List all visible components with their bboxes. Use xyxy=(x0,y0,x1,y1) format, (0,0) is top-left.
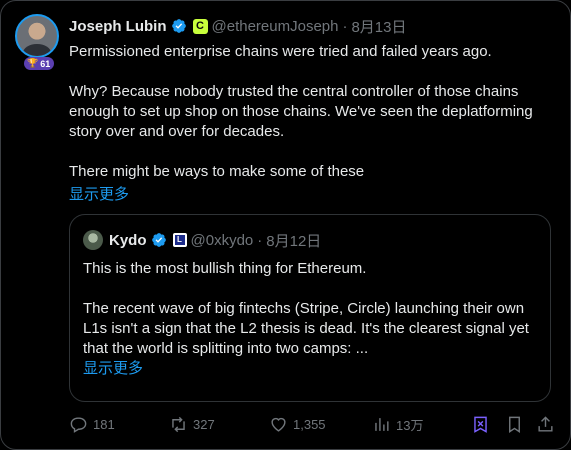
quote-author-name[interactable]: Kydo xyxy=(109,232,147,249)
views-button[interactable]: 13万 xyxy=(372,413,423,435)
like-count: 1,355 xyxy=(293,416,326,432)
level-badge: 🏆 61 xyxy=(24,57,55,70)
quote-date[interactable]: 8月12日 xyxy=(266,230,321,251)
bookmark-button[interactable] xyxy=(505,413,524,435)
views-count: 13万 xyxy=(396,417,424,433)
share-icon xyxy=(538,415,553,432)
reply-icon xyxy=(70,416,87,433)
post-paragraph: Why? Because nobody trusted the central … xyxy=(69,83,533,140)
separator-dot: · xyxy=(257,231,263,249)
repost-button[interactable]: 327 xyxy=(169,413,215,435)
repost-count: 327 xyxy=(193,416,215,432)
reply-button[interactable]: 181 xyxy=(69,413,115,435)
grok-button[interactable] xyxy=(471,413,490,435)
quoted-post[interactable]: Kydo L @0xkydo · 8月12日 This is the most … xyxy=(69,214,551,402)
like-button[interactable]: 1,355 xyxy=(269,413,326,435)
post-date[interactable]: 8月13日 xyxy=(351,16,406,37)
post-text: Permissioned enterprise chains were trie… xyxy=(69,42,549,182)
views-icon xyxy=(375,417,389,431)
repost-icon xyxy=(172,416,185,432)
quote-author-handle[interactable]: @0xkydo xyxy=(191,232,254,249)
show-more-link[interactable]: 显示更多 xyxy=(69,183,129,204)
quote-header: Kydo L @0xkydo · 8月12日 xyxy=(83,230,321,250)
author-avatar[interactable]: 🏆 61 xyxy=(15,14,59,70)
action-bar: 181 327 1,355 13万 xyxy=(69,413,553,435)
share-button[interactable] xyxy=(536,413,555,435)
quote-paragraph: This is the most bullish thing for Ether… xyxy=(83,260,367,277)
quote-paragraph: The recent wave of big fintechs (Stripe,… xyxy=(83,300,529,357)
affiliate-badge-icon[interactable]: L xyxy=(172,233,187,247)
quote-show-more-link[interactable]: 显示更多 xyxy=(83,357,143,378)
trophy-icon: 🏆 xyxy=(27,58,39,68)
affiliate-badge-icon[interactable]: C xyxy=(192,18,208,34)
separator-dot: · xyxy=(342,17,348,35)
verified-badge-icon xyxy=(151,233,166,247)
post-header: Joseph Lubin C @ethereumJoseph · 8月13日 xyxy=(69,16,407,36)
quote-author-avatar[interactable] xyxy=(83,230,103,250)
like-icon xyxy=(271,417,286,432)
post-paragraph: There might be ways to make some of thes… xyxy=(69,163,365,180)
author-handle[interactable]: @ethereumJoseph xyxy=(212,18,339,35)
avatar-image xyxy=(15,14,59,58)
quote-text: This is the most bullish thing for Ether… xyxy=(83,259,543,359)
post-paragraph: Permissioned enterprise chains were trie… xyxy=(69,43,492,60)
verified-badge-icon xyxy=(171,19,186,33)
reply-count: 181 xyxy=(93,416,115,432)
grok-icon xyxy=(474,416,487,433)
bookmark-icon xyxy=(509,416,520,433)
author-name[interactable]: Joseph Lubin xyxy=(69,18,167,35)
